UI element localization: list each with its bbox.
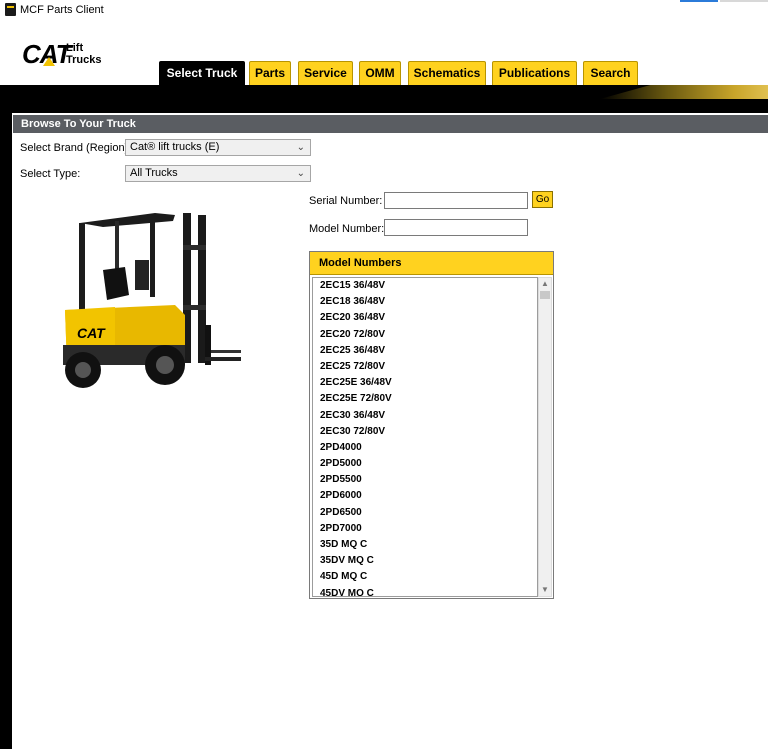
tab-publications[interactable]: Publications: [492, 61, 577, 85]
model-list-item[interactable]: 2EC18 36/48V: [313, 294, 537, 310]
cat-lift-trucks-logo: CAT Lift Trucks: [22, 40, 112, 70]
tab-schematics[interactable]: Schematics: [408, 61, 486, 85]
brand-region-label: Select Brand (Region):: [20, 142, 132, 154]
serial-number-input[interactable]: [384, 192, 528, 209]
app-icon: [5, 3, 16, 16]
tab-service[interactable]: Service: [298, 61, 353, 85]
model-list-item[interactable]: 2PD5000: [313, 456, 537, 472]
model-list-item[interactable]: 2EC25 36/48V: [313, 343, 537, 359]
model-list-item[interactable]: 2EC15 36/48V: [313, 278, 537, 294]
tab-omm[interactable]: OMM: [359, 61, 401, 85]
model-numbers-panel: Model Numbers 2EC15 36/48V 2EC18 36/48V 2E…: [309, 251, 554, 599]
scroll-down-icon[interactable]: ▼: [539, 584, 551, 596]
model-numbers-header: Model Numbers: [310, 252, 553, 275]
model-list-item[interactable]: 2EC20 36/48V: [313, 310, 537, 326]
model-list-item[interactable]: 2PD6500: [313, 505, 537, 521]
logo-line1: Lift: [66, 42, 84, 54]
title-bar: MCF Parts Client: [0, 0, 768, 20]
model-number-label: Model Number:: [309, 223, 385, 235]
model-list-item[interactable]: 35D MQ C: [313, 537, 537, 553]
tab-parts[interactable]: Parts: [249, 61, 291, 85]
browse-section-header: Browse To Your Truck: [13, 115, 768, 133]
type-select[interactable]: All Trucks ⌄: [125, 165, 311, 182]
brand-region-value: Cat® lift trucks (E): [130, 141, 220, 153]
window-control-edge: [720, 0, 768, 2]
window-control-accent: [680, 0, 718, 2]
model-list-item[interactable]: 2PD7000: [313, 521, 537, 537]
model-list-item[interactable]: 45DV MQ C: [313, 586, 537, 596]
type-label: Select Type:: [20, 168, 81, 180]
model-list-item[interactable]: 45D MQ C: [313, 569, 537, 585]
serial-number-label: Serial Number:: [309, 195, 383, 207]
model-list-item[interactable]: 2EC30 36/48V: [313, 408, 537, 424]
scroll-thumb[interactable]: [540, 291, 550, 299]
model-numbers-list[interactable]: 2EC15 36/48V 2EC18 36/48V 2EC20 36/48V 2EC2…: [312, 277, 538, 597]
type-value: All Trucks: [130, 167, 178, 179]
model-list-item[interactable]: 2PD5500: [313, 472, 537, 488]
logo-subtitle: Lift Trucks: [66, 42, 101, 66]
scroll-up-icon[interactable]: ▲: [539, 278, 551, 290]
chevron-down-icon: ⌄: [296, 142, 305, 153]
forklift-image: CAT: [63, 213, 241, 388]
left-border: [0, 113, 12, 749]
model-list-item[interactable]: 2EC30 72/80V: [313, 424, 537, 440]
brand-region-select[interactable]: Cat® lift trucks (E) ⌄: [125, 139, 311, 156]
model-list-item[interactable]: 2PD4000: [313, 440, 537, 456]
model-list-item[interactable]: 2EC25E 36/48V: [313, 375, 537, 391]
model-list-item[interactable]: 35DV MQ C: [313, 553, 537, 569]
go-button[interactable]: Go: [532, 191, 553, 208]
tab-search[interactable]: Search: [583, 61, 638, 85]
model-list-scrollbar[interactable]: ▲ ▼: [538, 277, 552, 597]
logo-line2: Trucks: [66, 54, 102, 66]
model-list-item[interactable]: 2PD6000: [313, 488, 537, 504]
tab-select-truck[interactable]: Select Truck: [159, 61, 245, 86]
model-list-item[interactable]: 2EC20 72/80V: [313, 327, 537, 343]
model-number-input[interactable]: [384, 219, 528, 236]
model-list-item[interactable]: 2EC25E 72/80V: [313, 391, 537, 407]
logo-triangle-icon: [43, 57, 55, 66]
svg-text:CAT: CAT: [77, 325, 106, 341]
chevron-down-icon: ⌄: [296, 168, 305, 179]
window-title: MCF Parts Client: [20, 4, 104, 16]
model-list-item[interactable]: 2EC25 72/80V: [313, 359, 537, 375]
